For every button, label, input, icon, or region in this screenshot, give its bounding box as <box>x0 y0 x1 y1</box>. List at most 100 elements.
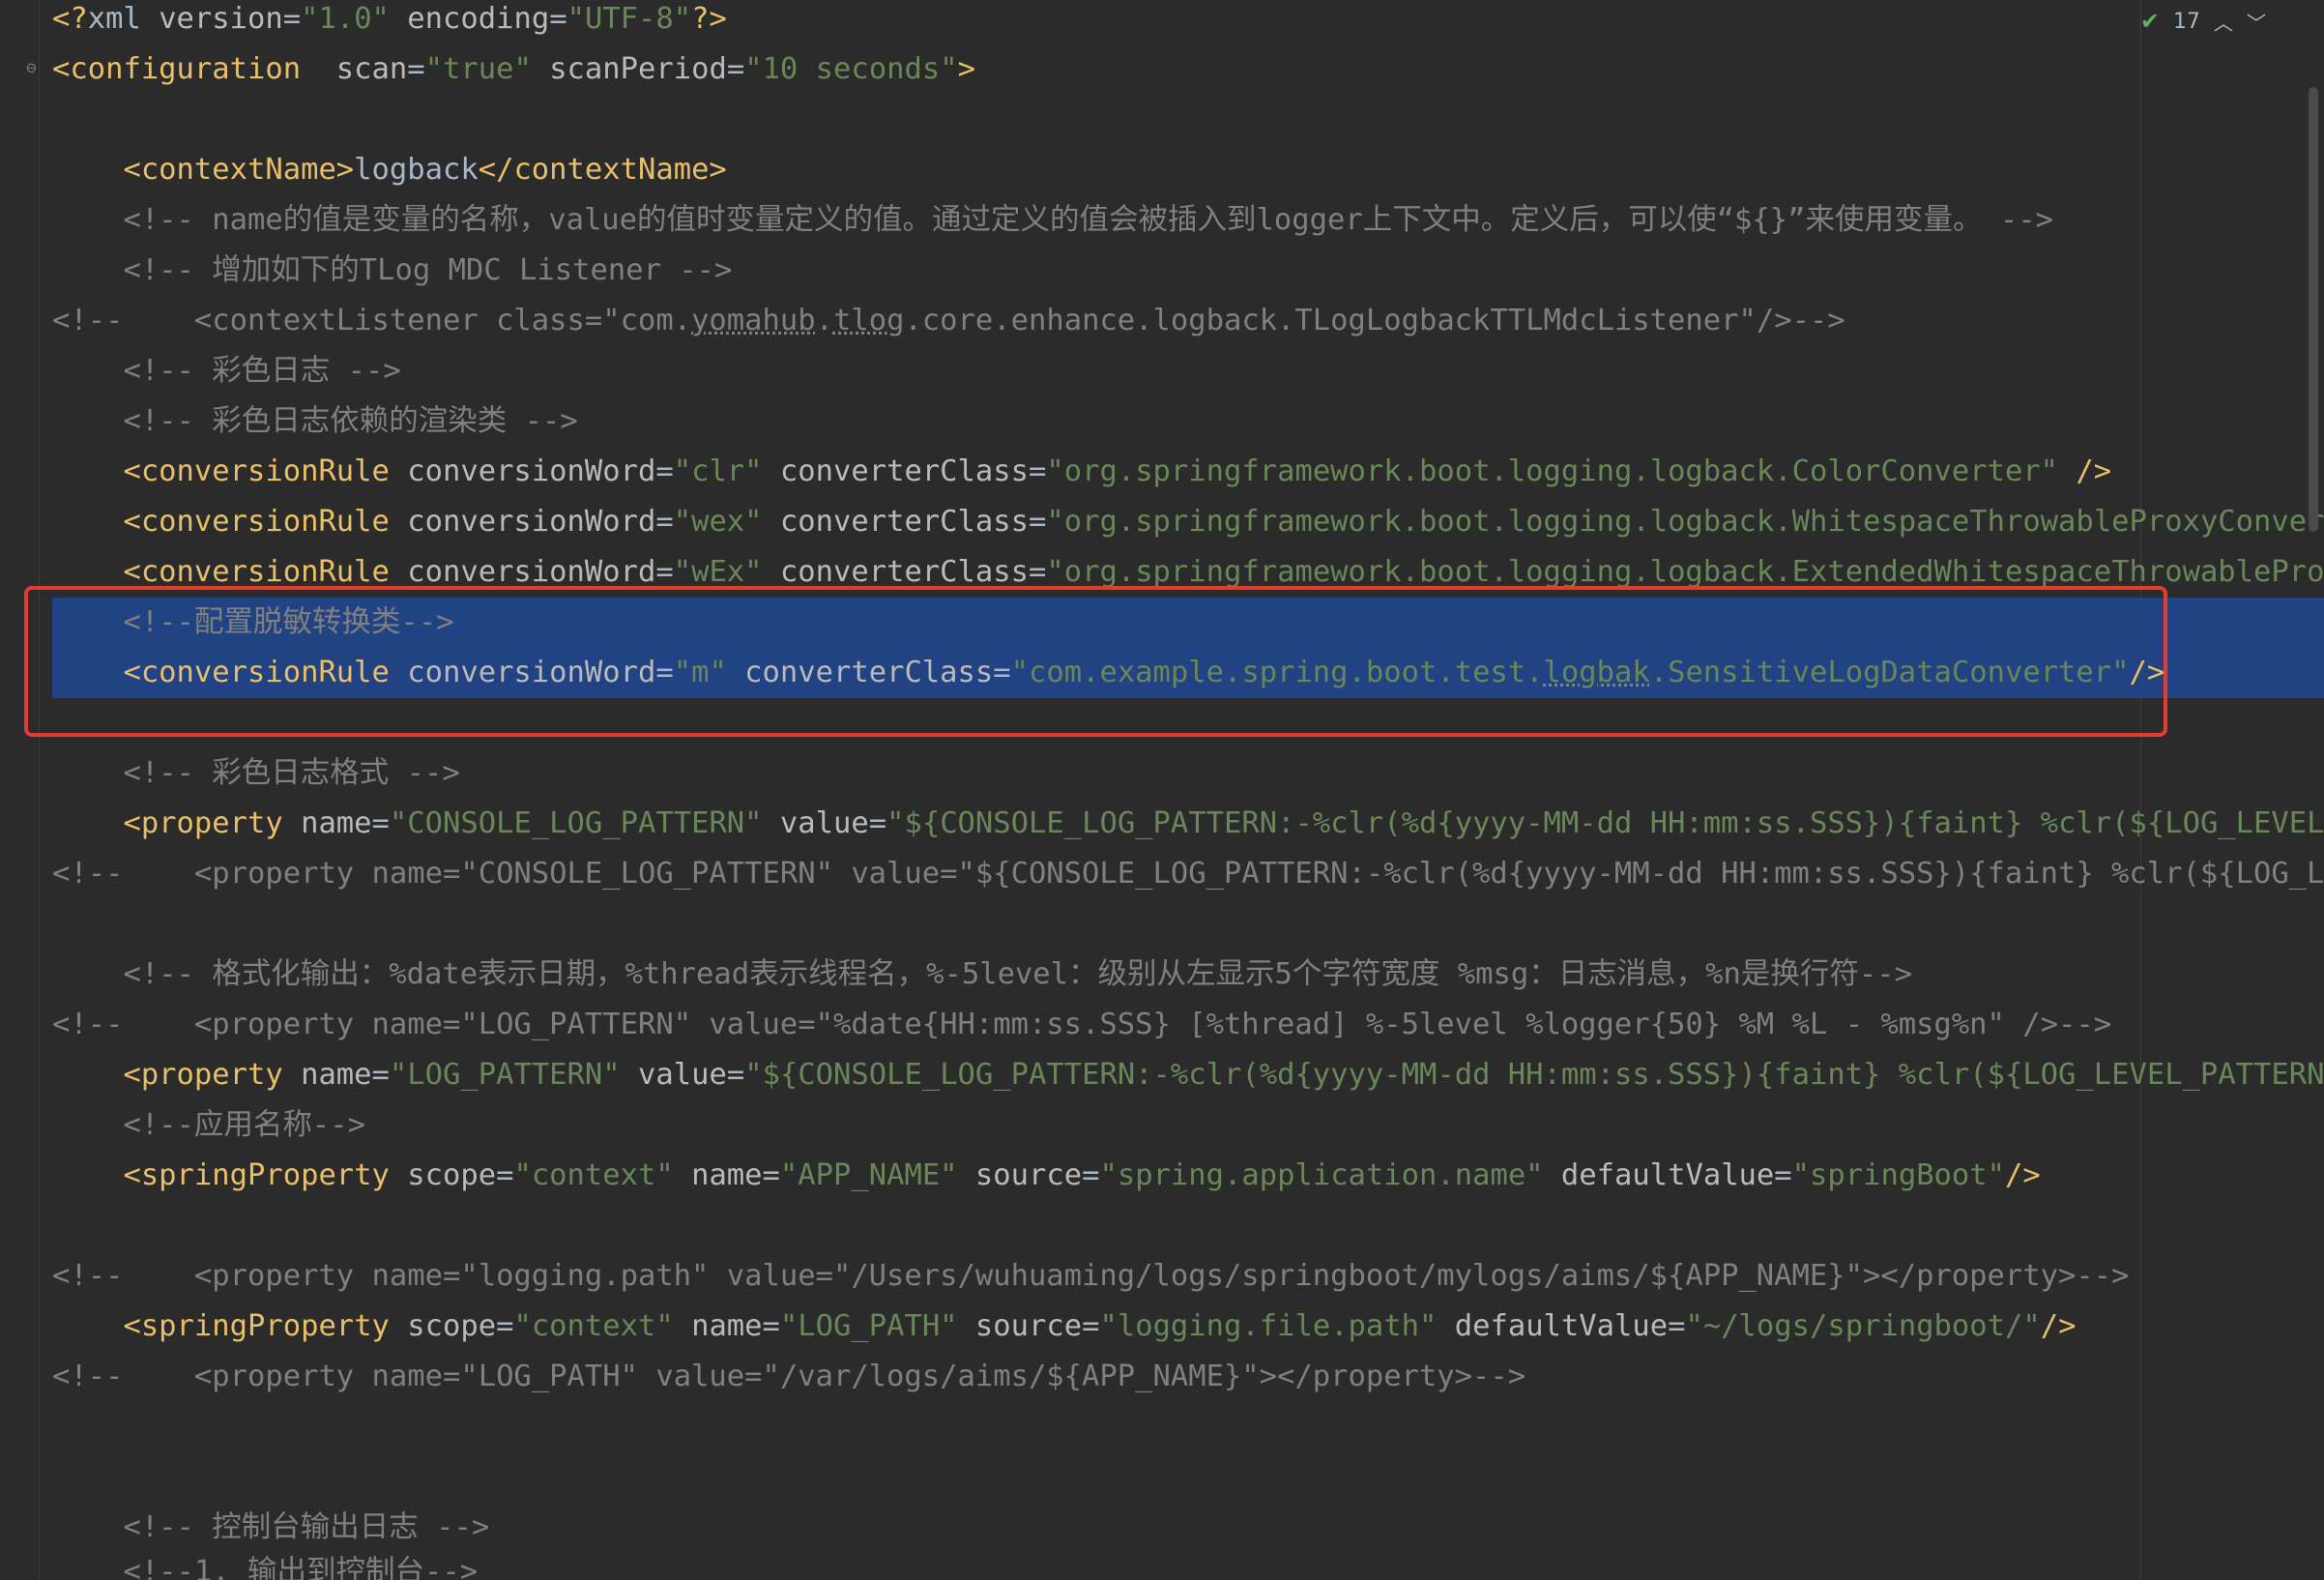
token: = <box>282 2 302 36</box>
token: <conversionRule <box>52 505 390 539</box>
token: encoding <box>389 2 550 36</box>
token: value <box>762 806 869 840</box>
token: "org.springframework.boot.logging.logbac… <box>1046 505 2324 539</box>
token: = <box>726 52 745 86</box>
token: name <box>282 1058 372 1092</box>
code-line-27[interactable]: <springProperty scope="context" name="LO… <box>52 1302 2076 1352</box>
code-line-23[interactable]: <!--应用名称--> <box>52 1100 365 1151</box>
token: "~/logs/springboot/" <box>1685 1309 2041 1343</box>
token: "wex" <box>673 505 763 539</box>
token: "${CONSOLE_LOG_PATTERN:-%clr(%d{yyyy-MM-… <box>886 806 2324 840</box>
token: name <box>673 1158 763 1192</box>
code-line-26[interactable]: <!-- <property name="logging.path" value… <box>52 1251 2129 1302</box>
token: "LOG_PATTERN" <box>389 1058 621 1092</box>
token: .core.enhance.logback.TLogLogbackTTLMdcL… <box>904 304 1845 337</box>
token: = <box>655 505 674 539</box>
token: = <box>762 1158 780 1192</box>
token: "org.springframework.boot.logging.logbac… <box>1046 454 2059 488</box>
token: = <box>655 555 674 589</box>
code-line-22[interactable]: <property name="LOG_PATTERN" value="${CO… <box>52 1050 2324 1100</box>
code-line-7[interactable]: <!-- <contextListener class="com.yomahub… <box>52 296 1845 346</box>
chevron-up-icon[interactable]: ︿ <box>2214 8 2233 36</box>
token: > <box>957 52 975 86</box>
vertical-scrollbar[interactable] <box>2305 39 2324 532</box>
inspection-widget[interactable]: ✔ 17 ︿ ﹀ <box>2140 4 2266 39</box>
code-line-4[interactable]: <contextName>logback</contextName> <box>52 145 726 195</box>
token: "springBoot" <box>1791 1158 2006 1192</box>
code-line-11[interactable]: <conversionRule conversionWord="wex" con… <box>52 497 2324 547</box>
token: scan <box>301 52 408 86</box>
code-line-20[interactable]: <!-- 格式化输出：%date表示日期，%thread表示线程名，%-5lev… <box>52 950 1912 1000</box>
token: name <box>673 1309 763 1343</box>
token: = <box>726 1058 745 1092</box>
token: = <box>1029 555 1047 589</box>
token: tlog <box>832 304 905 337</box>
code-line-6[interactable]: <!-- 增加如下的TLog MDC Listener --> <box>52 246 732 296</box>
code-line-18[interactable]: <!-- <property name="CONSOLE_LOG_PATTERN… <box>52 849 2324 899</box>
token: <property <box>52 806 283 840</box>
token: "wEx" <box>673 555 763 589</box>
token: ?> <box>691 2 727 36</box>
code-line-5[interactable]: <!-- name的值是变量的名称，value的值时变量定义的值。通过定义的值会… <box>52 195 2053 246</box>
code-line-17[interactable]: <property name = "CONSOLE_LOG_PATTERN" val… <box>52 799 2324 849</box>
token: <? <box>52 2 88 36</box>
code-line-2[interactable]: <configuration scan="true" scanPeriod="1… <box>52 44 975 95</box>
code-line-33[interactable]: <!--1. 输出到控制台--> <box>52 1547 478 1580</box>
token: = <box>1082 1309 1100 1343</box>
token: <springProperty <box>52 1309 390 1343</box>
code-line-9[interactable]: <!-- 彩色日志依赖的渲染类 --> <box>52 396 577 447</box>
token: scanPeriod <box>531 52 727 86</box>
token: <conversionRule <box>52 555 390 589</box>
token: version <box>159 2 283 36</box>
token: = <box>868 806 887 840</box>
token: . <box>815 304 833 337</box>
token: <property <box>52 1058 283 1092</box>
token: "APP_NAME" <box>779 1158 958 1192</box>
token: "clr" <box>673 454 763 488</box>
code-line-21[interactable]: <!-- <property name="LOG_PATTERN" value=… <box>52 1000 2111 1050</box>
token: <configuration <box>52 52 302 86</box>
inspection-count: 17 <box>2173 9 2200 34</box>
code-editor[interactable]: ⊖ <?xml version="1.0" encoding="UTF-8"?>… <box>0 0 2324 1580</box>
scrollbar-thumb[interactable] <box>2309 87 2318 532</box>
token: = <box>1029 454 1047 488</box>
token: = <box>496 1158 514 1192</box>
token: "true" <box>424 52 532 86</box>
token: converterClass <box>762 555 1029 589</box>
token: = <box>655 454 674 488</box>
chevron-down-icon[interactable]: ﹀ <box>2247 8 2266 36</box>
code-line-8[interactable]: <!-- 彩色日志 --> <box>52 346 400 396</box>
token: source <box>957 1309 1083 1343</box>
token: = <box>1029 505 1047 539</box>
token: = <box>762 1309 780 1343</box>
code-line-10[interactable]: <conversionRule conversionWord="clr" con… <box>52 447 2111 497</box>
token: = <box>1774 1158 1792 1192</box>
token: "org.springframework.boot.logging.logbac… <box>1046 555 2324 589</box>
token: conversionWord <box>389 555 656 589</box>
code-line-28[interactable]: <!-- <property name="LOG_PATH" value="/v… <box>52 1352 1525 1402</box>
check-icon[interactable]: ✔ <box>2140 8 2160 35</box>
token: "${CONSOLE_LOG_PATTERN:-%clr(%d{yyyy-MM-… <box>744 1058 2324 1092</box>
token: = <box>549 2 567 36</box>
token: "CONSOLE_LOG_PATTERN" <box>389 806 763 840</box>
token: scope <box>389 1309 497 1343</box>
token: scope <box>389 1158 497 1192</box>
token: <conversionRule <box>52 454 390 488</box>
token: = <box>407 52 425 86</box>
token: = <box>1668 1309 1686 1343</box>
code-line-24[interactable]: <springProperty scope="context" name="AP… <box>52 1151 2041 1201</box>
code-lines[interactable]: <?xml version="1.0" encoding="UTF-8"?> <… <box>0 0 2324 1580</box>
token: "10 seconds" <box>744 52 958 86</box>
code-line-16[interactable]: <!-- 彩色日志格式 --> <box>52 748 459 799</box>
token: yomahub <box>691 304 816 337</box>
token: /> <box>2005 1158 2041 1192</box>
token: = <box>1082 1158 1100 1192</box>
token: = <box>371 1058 390 1092</box>
token: /> <box>2040 1309 2077 1343</box>
token: "spring.application.name" <box>1099 1158 1544 1192</box>
code-line-1[interactable]: <?xml version="1.0" encoding="UTF-8"?> <box>52 0 727 44</box>
token: <springProperty <box>52 1158 390 1192</box>
token: "1.0" <box>301 2 390 36</box>
code-line-32[interactable]: <!-- 控制台输出日志 --> <box>52 1503 489 1553</box>
token: name <box>282 806 372 840</box>
